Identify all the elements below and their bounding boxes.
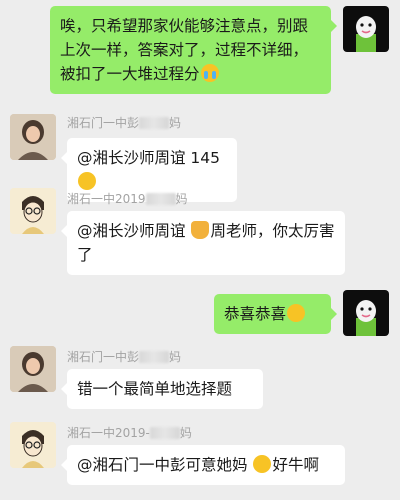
- sender-avatar-cartoon[interactable]: [10, 188, 56, 234]
- thinking-emoji-icon: [287, 304, 306, 322]
- surprised-emoji-icon: [253, 455, 272, 473]
- message-text: @湘长沙师周谊 145: [77, 149, 221, 167]
- sender-name: 湘石一中2019- 妈: [67, 426, 192, 440]
- thinking-emoji-icon: [78, 172, 96, 190]
- message-text: 恭喜恭喜: [224, 305, 287, 323]
- sender-avatar-photo[interactable]: [10, 114, 56, 160]
- message-text-prefix: @湘长沙师周谊: [77, 222, 191, 240]
- sender-avatar-cartoon[interactable]: [10, 422, 56, 468]
- sender-name: 湘石门一中彭妈: [67, 350, 182, 364]
- message-text: 唉，只希望那家伙能够注意点，别跟上次一样，答案对了，过程不详细，被扣了一大堆过程…: [60, 17, 309, 83]
- sender-name: 湘石门一中彭妈: [67, 116, 182, 130]
- crying-emoji-icon: [200, 64, 219, 82]
- chat-bubble-outgoing[interactable]: 恭喜恭喜: [214, 294, 337, 334]
- message-text-suffix: 好牛啊: [272, 456, 319, 474]
- my-avatar[interactable]: [343, 290, 389, 336]
- blurred-name-part: [139, 117, 170, 129]
- blurred-name-part: [145, 193, 176, 205]
- chat-bubble-outgoing[interactable]: 唉，只希望那家伙能够注意点，别跟上次一样，答案对了，过程不详细，被扣了一大堆过程…: [50, 6, 337, 94]
- blurred-name-part: [139, 351, 170, 363]
- blurred-name-part: [149, 427, 180, 439]
- chat-bubble-incoming[interactable]: @湘长沙师周谊 周老师，你太厉害了: [61, 211, 345, 275]
- sender-name: 湘石一中2019 妈: [67, 192, 188, 206]
- sender-avatar-photo[interactable]: [10, 346, 56, 392]
- thumbs-up-icon: [191, 221, 210, 239]
- message-text: @湘石门一中彭可意她妈: [77, 456, 253, 474]
- my-avatar[interactable]: [343, 6, 389, 52]
- chat-bubble-incoming[interactable]: 错一个最简单地选择题: [61, 369, 263, 409]
- chat-bubble-incoming[interactable]: @湘石门一中彭可意她妈 好牛啊: [61, 445, 345, 485]
- message-text: 错一个最简单地选择题: [77, 380, 233, 398]
